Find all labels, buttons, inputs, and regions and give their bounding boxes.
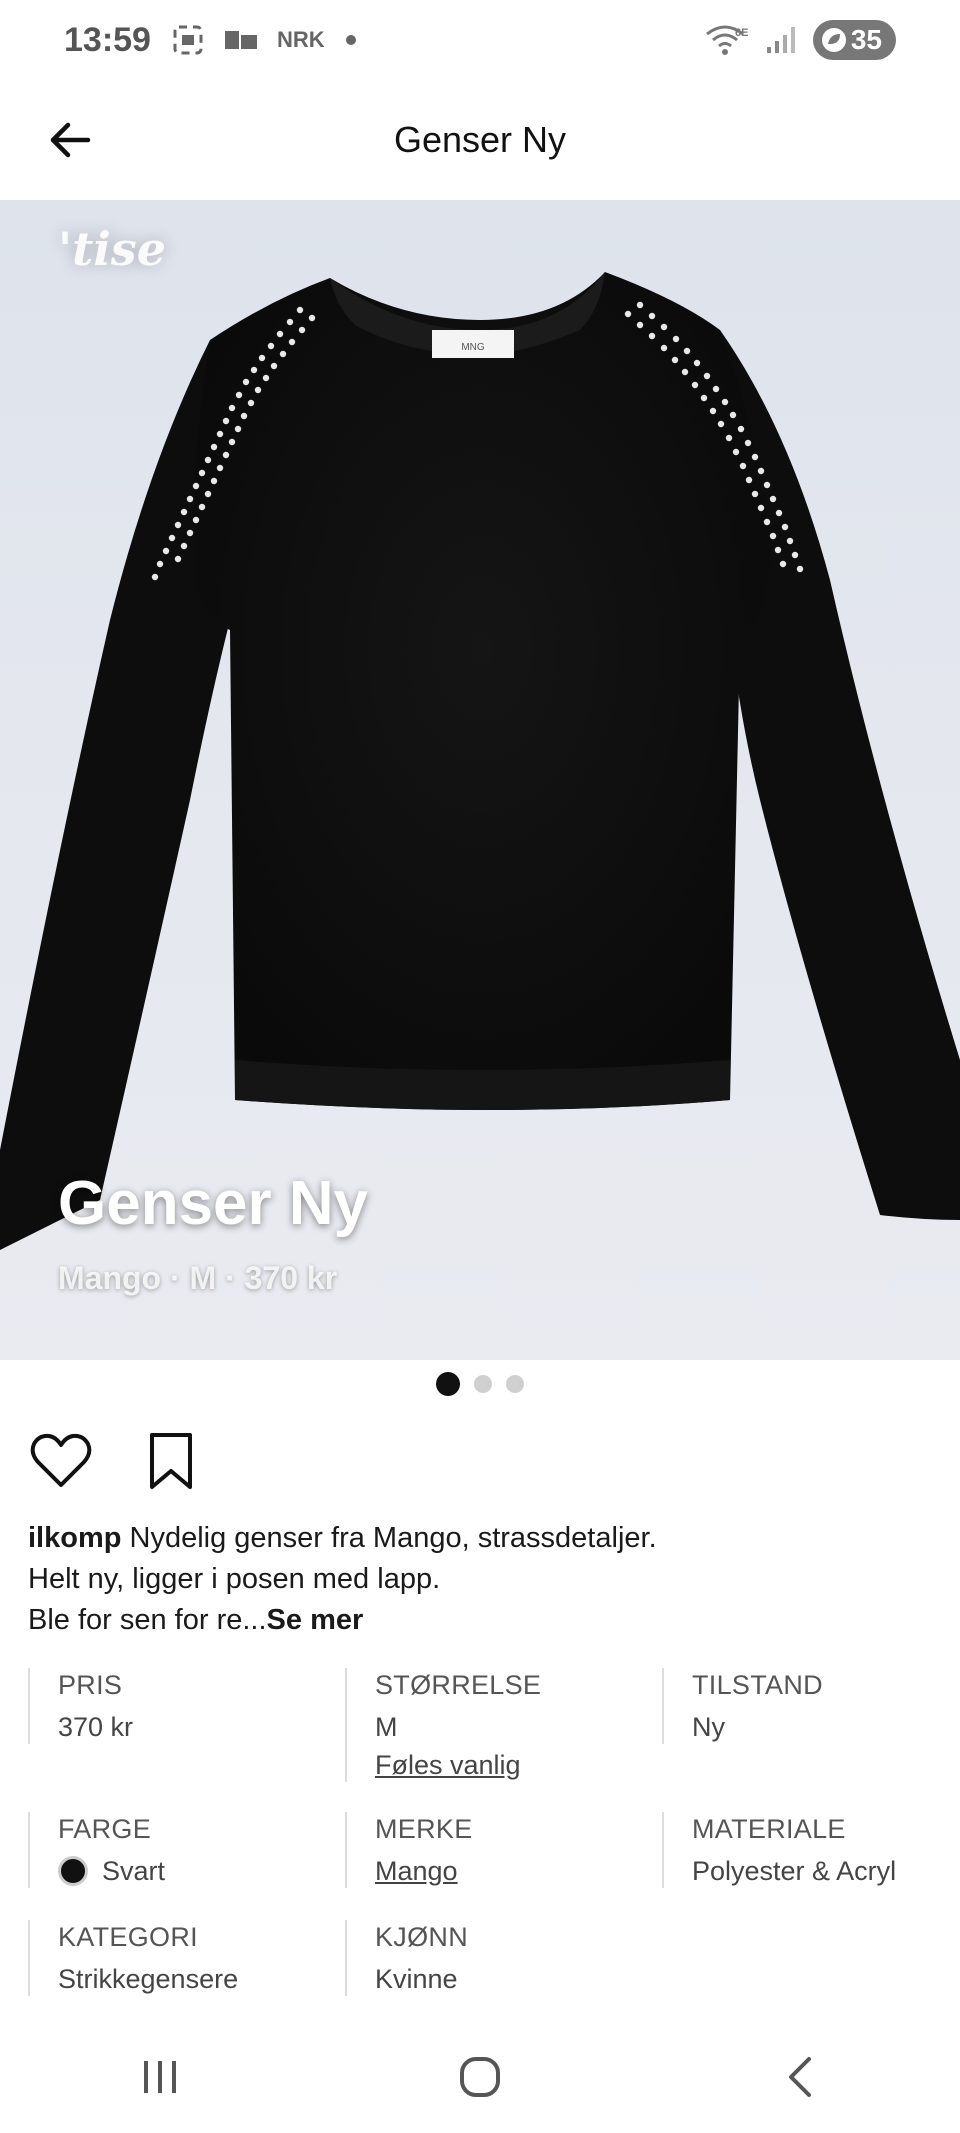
hero-size: M [189,1260,217,1296]
description-line-2: Helt ny, ligger i posen med lapp. [28,1563,441,1595]
recent-apps-button[interactable] [120,2037,200,2117]
battery-saver-icon [821,28,846,52]
brand-link[interactable]: Mango [375,1854,635,1888]
battery-indicator: 35 [812,20,896,60]
color-swatch [58,1856,88,1886]
product-image[interactable]: MNG 'tise Genser Ny Mango · M · 370 kr [0,200,960,1360]
svg-text:6E: 6E [735,27,748,39]
screenshot-icon [171,23,205,57]
size-label: STØRRELSE [375,1670,542,1700]
size-fit-link[interactable]: Føles vanlig [375,1748,635,1782]
status-bar: 13:59 NRK 6E 35 [0,0,960,80]
carousel-dot-2[interactable] [474,1375,492,1393]
condition-value: Ny [692,1712,725,1742]
attribute-gender: KJØNN Kvinne [345,1920,635,1996]
gender-label: KJØNN [375,1922,469,1952]
screen: 13:59 NRK 6E 35 Genser Ny MNG 'tise Gens… [0,0,960,2133]
status-left: 13:59 NRK [64,21,357,60]
material-value: Polyester & Acryl [692,1856,897,1886]
hero-separator: · [216,1260,245,1296]
system-nav-bar [0,2020,960,2133]
home-icon [460,2056,500,2097]
back-button[interactable] [40,110,100,170]
description-text-1: Nydelig genser fra Mango, strassdetaljer… [121,1522,657,1554]
home-button[interactable] [440,2037,520,2117]
hero-subtitle: Mango · M · 370 kr [58,1260,337,1297]
svg-text:MNG: MNG [461,342,485,353]
tise-watermark: 'tise [58,222,166,276]
heart-icon [30,1433,92,1487]
media-icon [224,29,257,51]
size-value: M [375,1712,398,1742]
wifi-icon: 6E [705,22,749,58]
attribute-price: PRIS 370 kr [28,1668,318,1744]
nrk-icon: NRK [276,27,325,52]
color-label: FARGE [58,1814,152,1844]
chevron-left-icon [789,2056,811,2097]
bookmark-icon [150,1433,192,1489]
hero-brand: Mango [58,1260,162,1296]
gender-value: Kvinne [375,1964,458,1994]
color-value-row: Svart [58,1854,318,1888]
app-header: Genser Ny [0,80,960,200]
material-label: MATERIALE [692,1814,846,1844]
battery-level: 35 [850,24,882,55]
category-value: Strikkegensere [58,1964,239,1994]
attribute-color: FARGE Svart [28,1812,318,1888]
signal-icon [766,25,795,55]
arrow-left-icon [50,122,91,158]
hero-title: Genser Ny [58,1169,369,1238]
notification-dot-icon [345,34,357,46]
see-more-link[interactable]: Se mer [267,1604,364,1636]
system-back-button[interactable] [760,2037,840,2117]
like-button[interactable] [28,1428,94,1494]
status-right: 6E 35 [705,20,896,60]
description-line-3: Ble for sen for re...Se mer [28,1600,928,1641]
page-title: Genser Ny [393,119,567,160]
color-value: Svart [102,1856,166,1886]
status-time: 13:59 [64,20,151,59]
brand-label: MERKE [375,1814,473,1844]
attribute-material: MATERIALE Polyester & Acryl [662,1812,952,1888]
attribute-category: KATEGORI Strikkegensere [28,1920,318,1996]
hero-separator: · [161,1260,190,1296]
attribute-brand: MERKE Mango [345,1812,635,1888]
carousel-dots [0,1370,960,1398]
hero-price: 370 kr [244,1260,338,1296]
carousel-dot-1[interactable] [436,1372,460,1396]
action-bar [28,1428,204,1494]
carousel-dot-3[interactable] [506,1375,524,1393]
username-link[interactable]: ilkomp [28,1522,121,1554]
post-description: ilkomp Nydelig genser fra Mango, strassd… [28,1518,928,1641]
save-button[interactable] [138,1428,204,1494]
condition-label: TILSTAND [692,1670,823,1700]
attribute-condition: TILSTAND Ny [662,1668,952,1744]
price-value: 370 kr [58,1712,134,1742]
attribute-size: STØRRELSE M Føles vanlig [345,1668,635,1782]
description-line-1: ilkomp Nydelig genser fra Mango, strassd… [28,1518,928,1559]
recent-apps-icon [144,2060,176,2093]
category-label: KATEGORI [58,1922,198,1952]
price-label: PRIS [58,1670,123,1700]
description-text-3: Ble for sen for re... [28,1604,267,1636]
